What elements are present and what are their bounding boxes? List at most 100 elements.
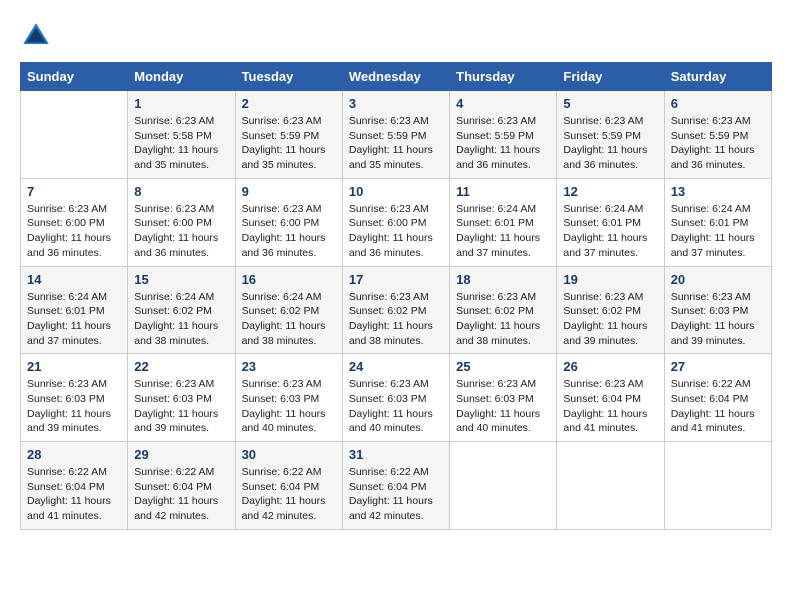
header-saturday: Saturday <box>664 63 771 91</box>
calendar-header-row: SundayMondayTuesdayWednesdayThursdayFrid… <box>21 63 772 91</box>
calendar-cell: 26 Sunrise: 6:23 AMSunset: 6:04 PMDayligh… <box>557 354 664 442</box>
header-wednesday: Wednesday <box>342 63 449 91</box>
day-info: Sunrise: 6:23 AMSunset: 6:04 PMDaylight:… <box>563 377 657 436</box>
day-number: 1 <box>134 96 228 111</box>
header-thursday: Thursday <box>450 63 557 91</box>
calendar-cell: 7 Sunrise: 6:23 AMSunset: 6:00 PMDaylight… <box>21 178 128 266</box>
calendar-cell: 6Sunrise: 6:23 AMSunset: 5:59 PMDaylight… <box>664 91 771 179</box>
day-info: Sunrise: 6:23 AMSunset: 6:00 PMDaylight:… <box>242 202 336 261</box>
calendar-week-4: 28 Sunrise: 6:22 AMSunset: 6:04 PMDayligh… <box>21 442 772 530</box>
calendar-cell: 10 Sunrise: 6:23 AMSunset: 6:00 PMDayligh… <box>342 178 449 266</box>
day-number: 27 <box>671 359 765 374</box>
calendar-cell <box>21 91 128 179</box>
day-info: Sunrise: 6:24 AMSunset: 6:01 PMDaylight:… <box>27 290 121 349</box>
day-number: 30 <box>242 447 336 462</box>
day-info: Sunrise: 6:22 AMSunset: 6:04 PMDaylight:… <box>671 377 765 436</box>
day-info: Sunrise: 6:24 AMSunset: 6:02 PMDaylight:… <box>134 290 228 349</box>
day-number: 4 <box>456 96 550 111</box>
day-info: Sunrise: 6:23 AMSunset: 6:03 PMDaylight:… <box>349 377 443 436</box>
day-info: Sunrise: 6:24 AMSunset: 6:01 PMDaylight:… <box>563 202 657 261</box>
calendar-table: SundayMondayTuesdayWednesdayThursdayFrid… <box>20 62 772 530</box>
day-info: Sunrise: 6:23 AMSunset: 6:02 PMDaylight:… <box>456 290 550 349</box>
day-number: 28 <box>27 447 121 462</box>
day-info: Sunrise: 6:24 AMSunset: 6:02 PMDaylight:… <box>242 290 336 349</box>
day-number: 22 <box>134 359 228 374</box>
header-monday: Monday <box>128 63 235 91</box>
day-number: 31 <box>349 447 443 462</box>
header-friday: Friday <box>557 63 664 91</box>
calendar-cell: 14 Sunrise: 6:24 AMSunset: 6:01 PMDayligh… <box>21 266 128 354</box>
day-info: Sunrise: 6:23 AMSunset: 5:59 PMDaylight:… <box>242 114 336 173</box>
calendar-cell: 1 Sunrise: 6:23 AMSunset: 5:58 PMDaylight… <box>128 91 235 179</box>
day-number: 16 <box>242 272 336 287</box>
day-info: Sunrise: 6:24 AMSunset: 6:01 PMDaylight:… <box>671 202 765 261</box>
day-number: 21 <box>27 359 121 374</box>
day-info: Sunrise: 6:24 AMSunset: 6:01 PMDaylight:… <box>456 202 550 261</box>
calendar-cell: 13 Sunrise: 6:24 AMSunset: 6:01 PMDayligh… <box>664 178 771 266</box>
calendar-cell: 28 Sunrise: 6:22 AMSunset: 6:04 PMDayligh… <box>21 442 128 530</box>
day-info: Sunrise: 6:23 AMSunset: 6:00 PMDaylight:… <box>27 202 121 261</box>
calendar-cell: 29 Sunrise: 6:22 AMSunset: 6:04 PMDayligh… <box>128 442 235 530</box>
day-number: 14 <box>27 272 121 287</box>
calendar-cell: 11 Sunrise: 6:24 AMSunset: 6:01 PMDayligh… <box>450 178 557 266</box>
day-number: 3 <box>349 96 443 111</box>
calendar-cell: 12 Sunrise: 6:24 AMSunset: 6:01 PMDayligh… <box>557 178 664 266</box>
day-number: 23 <box>242 359 336 374</box>
day-info: Sunrise: 6:23 AMSunset: 6:00 PMDaylight:… <box>349 202 443 261</box>
day-info: Sunrise: 6:22 AMSunset: 6:04 PMDaylight:… <box>134 465 228 524</box>
day-number: 12 <box>563 184 657 199</box>
day-number: 17 <box>349 272 443 287</box>
calendar-cell: 8 Sunrise: 6:23 AMSunset: 6:00 PMDaylight… <box>128 178 235 266</box>
calendar-cell: 9 Sunrise: 6:23 AMSunset: 6:00 PMDaylight… <box>235 178 342 266</box>
day-number: 10 <box>349 184 443 199</box>
calendar-week-1: 7 Sunrise: 6:23 AMSunset: 6:00 PMDaylight… <box>21 178 772 266</box>
day-info: Sunrise: 6:22 AMSunset: 6:04 PMDaylight:… <box>242 465 336 524</box>
day-number: 20 <box>671 272 765 287</box>
calendar-week-3: 21 Sunrise: 6:23 AMSunset: 6:03 PMDayligh… <box>21 354 772 442</box>
calendar-cell: 2 Sunrise: 6:23 AMSunset: 5:59 PMDaylight… <box>235 91 342 179</box>
day-info: Sunrise: 6:23 AMSunset: 5:59 PMDaylight:… <box>563 114 657 173</box>
day-number: 11 <box>456 184 550 199</box>
header-tuesday: Tuesday <box>235 63 342 91</box>
day-info: Sunrise: 6:23 AMSunset: 6:02 PMDaylight:… <box>563 290 657 349</box>
day-info: Sunrise: 6:23 AMSunset: 6:03 PMDaylight:… <box>456 377 550 436</box>
day-info: Sunrise: 6:23 AMSunset: 6:02 PMDaylight:… <box>349 290 443 349</box>
day-number: 29 <box>134 447 228 462</box>
calendar-cell: 30 Sunrise: 6:22 AMSunset: 6:04 PMDayligh… <box>235 442 342 530</box>
day-info: Sunrise: 6:23 AMSunset: 6:03 PMDaylight:… <box>242 377 336 436</box>
calendar-cell: 27 Sunrise: 6:22 AMSunset: 6:04 PMDayligh… <box>664 354 771 442</box>
calendar-cell: 21Sunrise: 6:23 AMSunset: 6:03 PMDayligh… <box>21 354 128 442</box>
calendar-cell: 20Sunrise: 6:23 AMSunset: 6:03 PMDayligh… <box>664 266 771 354</box>
calendar-cell: 16 Sunrise: 6:24 AMSunset: 6:02 PMDayligh… <box>235 266 342 354</box>
day-number: 6 <box>671 96 765 111</box>
day-number: 13 <box>671 184 765 199</box>
day-number: 9 <box>242 184 336 199</box>
calendar-cell: 5 Sunrise: 6:23 AMSunset: 5:59 PMDaylight… <box>557 91 664 179</box>
day-number: 26 <box>563 359 657 374</box>
day-number: 5 <box>563 96 657 111</box>
header-sunday: Sunday <box>21 63 128 91</box>
day-number: 2 <box>242 96 336 111</box>
day-info: Sunrise: 6:23 AMSunset: 6:00 PMDaylight:… <box>134 202 228 261</box>
day-number: 7 <box>27 184 121 199</box>
calendar-cell: 31 Sunrise: 6:22 AMSunset: 6:04 PMDayligh… <box>342 442 449 530</box>
day-info: Sunrise: 6:22 AMSunset: 6:04 PMDaylight:… <box>27 465 121 524</box>
calendar-cell: 22 Sunrise: 6:23 AMSunset: 6:03 PMDayligh… <box>128 354 235 442</box>
day-number: 19 <box>563 272 657 287</box>
calendar-cell: 25 Sunrise: 6:23 AMSunset: 6:03 PMDayligh… <box>450 354 557 442</box>
calendar-cell <box>557 442 664 530</box>
calendar-cell: 24Sunrise: 6:23 AMSunset: 6:03 PMDayligh… <box>342 354 449 442</box>
day-info: Sunrise: 6:23 AMSunset: 5:58 PMDaylight:… <box>134 114 228 173</box>
calendar-cell: 18Sunrise: 6:23 AMSunset: 6:02 PMDayligh… <box>450 266 557 354</box>
calendar-body: 1 Sunrise: 6:23 AMSunset: 5:58 PMDaylight… <box>21 91 772 530</box>
calendar-week-2: 14 Sunrise: 6:24 AMSunset: 6:01 PMDayligh… <box>21 266 772 354</box>
page-header <box>20 20 772 52</box>
day-number: 25 <box>456 359 550 374</box>
day-info: Sunrise: 6:22 AMSunset: 6:04 PMDaylight:… <box>349 465 443 524</box>
day-number: 8 <box>134 184 228 199</box>
calendar-week-0: 1 Sunrise: 6:23 AMSunset: 5:58 PMDaylight… <box>21 91 772 179</box>
day-info: Sunrise: 6:23 AMSunset: 6:03 PMDaylight:… <box>134 377 228 436</box>
calendar-cell <box>664 442 771 530</box>
calendar-cell: 17 Sunrise: 6:23 AMSunset: 6:02 PMDayligh… <box>342 266 449 354</box>
logo-icon <box>20 20 52 52</box>
